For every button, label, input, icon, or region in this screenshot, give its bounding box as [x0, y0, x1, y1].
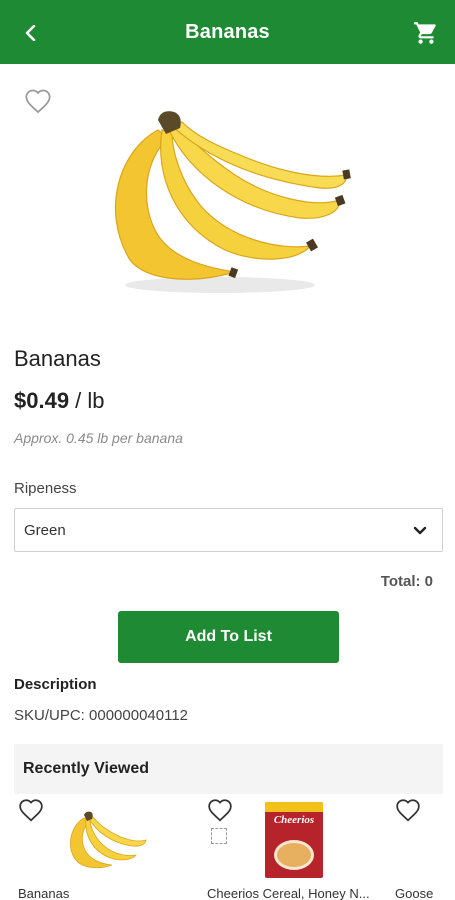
heart-outline-icon [208, 799, 232, 822]
favorite-button[interactable] [18, 798, 44, 822]
recently-viewed-heading: Recently Viewed [14, 744, 443, 794]
product-image [100, 100, 355, 300]
add-to-list-button[interactable]: Add To List [118, 611, 339, 663]
heart-outline-icon [25, 89, 51, 114]
cereal-thumbnail: Cheerios [265, 802, 323, 878]
favorite-button[interactable] [395, 798, 421, 822]
favorite-button[interactable] [24, 88, 52, 114]
sku-text: SKU/UPC: 000000040112 [14, 707, 189, 724]
cart-button[interactable] [409, 16, 443, 50]
back-button[interactable] [14, 16, 48, 50]
chevron-down-icon [413, 526, 427, 535]
box-band [265, 802, 323, 812]
favorite-button[interactable] [207, 798, 233, 822]
banana-image [114, 111, 351, 293]
product-name: Bananas [14, 346, 101, 371]
box-bowl [274, 840, 314, 870]
recently-viewed-item[interactable]: Cheerios Cheerios Cereal, Honey N... [203, 796, 383, 900]
recently-viewed-item[interactable]: Goose [391, 796, 455, 900]
description-heading: Description [14, 676, 97, 693]
price-unit: / lb [69, 388, 105, 413]
broken-image-icon [211, 828, 227, 844]
total-label: Total: 0 [380, 573, 433, 590]
approx-weight: Approx. 0.45 lb per banana [14, 430, 183, 446]
chevron-left-icon [25, 25, 36, 41]
price-amount: $0.49 [14, 388, 70, 413]
cart-icon [414, 22, 436, 44]
page-title: Bananas [185, 20, 270, 43]
recently-viewed-label: Goose [395, 886, 434, 900]
ripeness-select[interactable]: Green [14, 508, 443, 552]
recently-viewed-item[interactable]: Bananas [14, 796, 194, 900]
banana-thumbnail [70, 811, 147, 869]
ripeness-selected-value: Green [24, 521, 66, 539]
heart-outline-icon [396, 799, 420, 822]
app-bar: Bananas [0, 0, 455, 64]
heart-outline-icon [19, 799, 43, 822]
ripeness-label: Ripeness [14, 480, 77, 497]
product-price: $0.49 / lb [14, 388, 105, 414]
recently-viewed-label: Bananas [18, 886, 70, 900]
recently-viewed-label: Cheerios Cereal, Honey N... [207, 886, 370, 900]
box-logo: Cheerios [273, 814, 315, 826]
